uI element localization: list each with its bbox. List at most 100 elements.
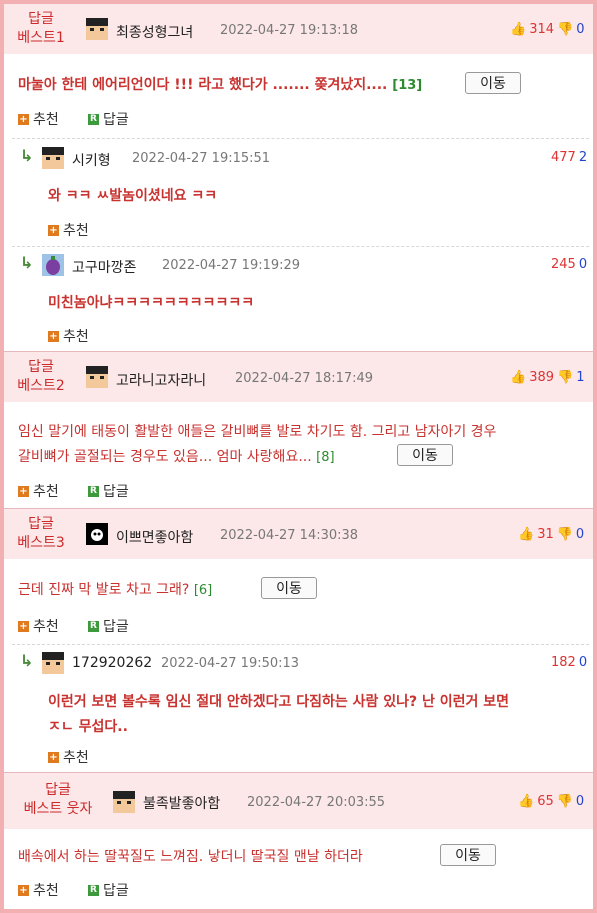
thumbs-down-icon[interactable]: 👎 [557,794,573,809]
comment-text-line-2: ㅈㄴ 무섭다.. [48,719,128,735]
username[interactable]: 고구마깡존 [72,257,136,277]
upvote-count[interactable]: 245 [551,257,576,272]
upvote-count[interactable]: 182 [551,655,576,670]
best-badge: 답글 베스트3 [8,515,74,553]
recommend-label: 추천 [33,619,59,635]
post-date: 2022-04-27 18:17:49 [235,371,374,386]
recommend-label: 추천 [63,750,89,766]
username[interactable]: 172920262 [72,655,152,671]
recommend-button[interactable]: + 추천 [18,880,59,900]
reply-button[interactable]: R 답글 [88,481,129,501]
comment-text: 배속에서 하는 딸꾹질도 느껴짐. 낳더니 딸국질 맨날 하더라 [18,849,363,865]
recommend-button[interactable]: + 추천 [48,747,89,767]
best-comment-header: 답글 베스트 웃자 불족발좋아함 2022-04-27 20:03:55 👍 6… [4,773,593,829]
badge-reply-label: 답글 [28,11,54,27]
user-avatar-icon[interactable] [42,652,64,674]
reply-r-icon: R [88,485,99,497]
reply-button[interactable]: R 답글 [88,616,129,636]
comment-text-line-1: 이런거 보면 볼수록 임신 절대 안하겠다고 다짐하는 사람 있나? 난 이런거… [48,694,510,710]
plus-icon: + [18,113,29,125]
recommend-button[interactable]: + 추천 [18,109,59,129]
downvote-count: 0 [576,22,585,37]
vote-box: 👍 389 👎 1 [510,370,584,385]
recommend-button[interactable]: + 추천 [48,220,89,240]
plus-icon: + [18,884,29,896]
best-comment-header: 답글 베스트3 이쁘면좋아함 2022-04-27 14:30:38 👍 31 … [4,509,593,559]
reply-arrow-icon: ↳ [20,146,34,165]
recommend-button[interactable]: + 추천 [48,326,89,346]
reply-button[interactable]: R 답글 [88,880,129,900]
badge-best-label: 베스트3 [17,535,65,551]
move-button[interactable]: 이동 [465,72,521,94]
best-badge: 답글 베스트 웃자 [8,781,108,819]
comment-text-body: 근데 진짜 막 발로 차고 그래? [18,582,190,598]
move-button[interactable]: 이동 [440,844,496,866]
post-date: 2022-04-27 19:13:18 [220,23,359,38]
upvote-count: 314 [529,22,555,37]
thumbs-down-icon[interactable]: 👎 [557,527,573,542]
comment-text-body: 마눌아 한테 에어리언이다 !!! 라고 했다가 ....... 쫒겨났지...… [18,77,388,93]
user-avatar-icon[interactable] [86,523,108,545]
vote-box: 👍 31 👎 0 [518,527,584,542]
user-avatar-icon[interactable] [42,147,64,169]
plus-icon: + [48,330,59,342]
reply-button[interactable]: R 답글 [88,109,129,129]
user-avatar-icon[interactable] [113,791,135,813]
comment-text-body: 갈비뼈가 골절되는 경우도 있음... 엄마 사랑해요... [18,449,312,465]
plus-icon: + [18,485,29,497]
thumbs-up-icon[interactable]: 👍 [518,527,534,542]
badge-reply-label: 답글 [28,359,54,375]
recommend-button[interactable]: + 추천 [18,481,59,501]
reply-count: [13] [392,78,423,93]
reply-label: 답글 [103,883,129,899]
post-date: 2022-04-27 19:50:13 [161,656,300,671]
reply-r-icon: R [88,113,99,125]
reply-count: [8] [316,450,335,465]
recommend-label: 추천 [63,329,89,345]
reply-arrow-icon: ↳ [20,651,34,670]
user-avatar-icon[interactable] [42,254,64,276]
thumbs-up-icon[interactable]: 👍 [510,22,526,37]
upvote-count[interactable]: 477 [551,150,576,165]
reply-r-icon: R [88,620,99,632]
downvote-count[interactable]: 2 [579,150,587,165]
post-date: 2022-04-27 14:30:38 [220,528,359,543]
thumbs-down-icon[interactable]: 👎 [557,370,573,385]
comment-text: 근데 진짜 막 발로 차고 그래? [6] [18,579,212,599]
reply-count: [6] [193,583,213,598]
plus-icon: + [48,751,59,763]
recommend-button[interactable]: + 추천 [18,616,59,636]
recommend-label: 추천 [33,112,59,128]
username[interactable]: 시키형 [72,150,111,170]
badge-reply-label: 답글 [45,782,71,798]
move-button[interactable]: 이동 [261,577,317,599]
comment-text-line-1: 임신 말기에 태동이 활발한 애들은 갈비뼈를 발로 차기도 함. 그리고 남자… [18,424,497,440]
thumbs-up-icon[interactable]: 👍 [518,794,534,809]
username[interactable]: 불족발좋아함 [143,793,220,813]
username[interactable]: 최종성형그녀 [116,22,193,42]
badge-best-label: 베스트1 [17,30,65,46]
downvote-count[interactable]: 0 [579,655,587,670]
thumbs-up-icon[interactable]: 👍 [510,370,526,385]
thumbs-down-icon[interactable]: 👎 [557,22,573,37]
move-button[interactable]: 이동 [397,444,453,466]
reply-arrow-icon: ↳ [20,253,34,272]
downvote-count: 0 [575,794,585,809]
recommend-label: 추천 [33,883,59,899]
vote-box: 182 0 [551,655,587,670]
best-comment-header: 답글 베스트1 최종성형그녀 2022-04-27 19:13:18 👍 314… [4,4,593,54]
user-avatar-icon[interactable] [86,366,108,388]
badge-best-label: 베스트 웃자 [23,801,93,817]
username[interactable]: 고라니고자라니 [116,370,206,390]
badge-reply-label: 답글 [28,516,54,532]
divider [12,644,589,645]
downvote-count: 1 [576,370,585,385]
comment-text: 마눌아 한테 에어리언이다 !!! 라고 했다가 ....... 쫒겨났지...… [18,74,422,94]
comment-text: 와 ㅋㅋ ㅆ발놈이셨네요 ㅋㅋ [48,188,218,204]
downvote-count[interactable]: 0 [579,257,587,272]
username[interactable]: 이쁘면좋아함 [116,527,193,547]
user-avatar-icon[interactable] [86,18,108,40]
post-date: 2022-04-27 19:15:51 [132,151,271,166]
reply-label: 답글 [103,619,129,635]
reply-label: 답글 [103,112,129,128]
